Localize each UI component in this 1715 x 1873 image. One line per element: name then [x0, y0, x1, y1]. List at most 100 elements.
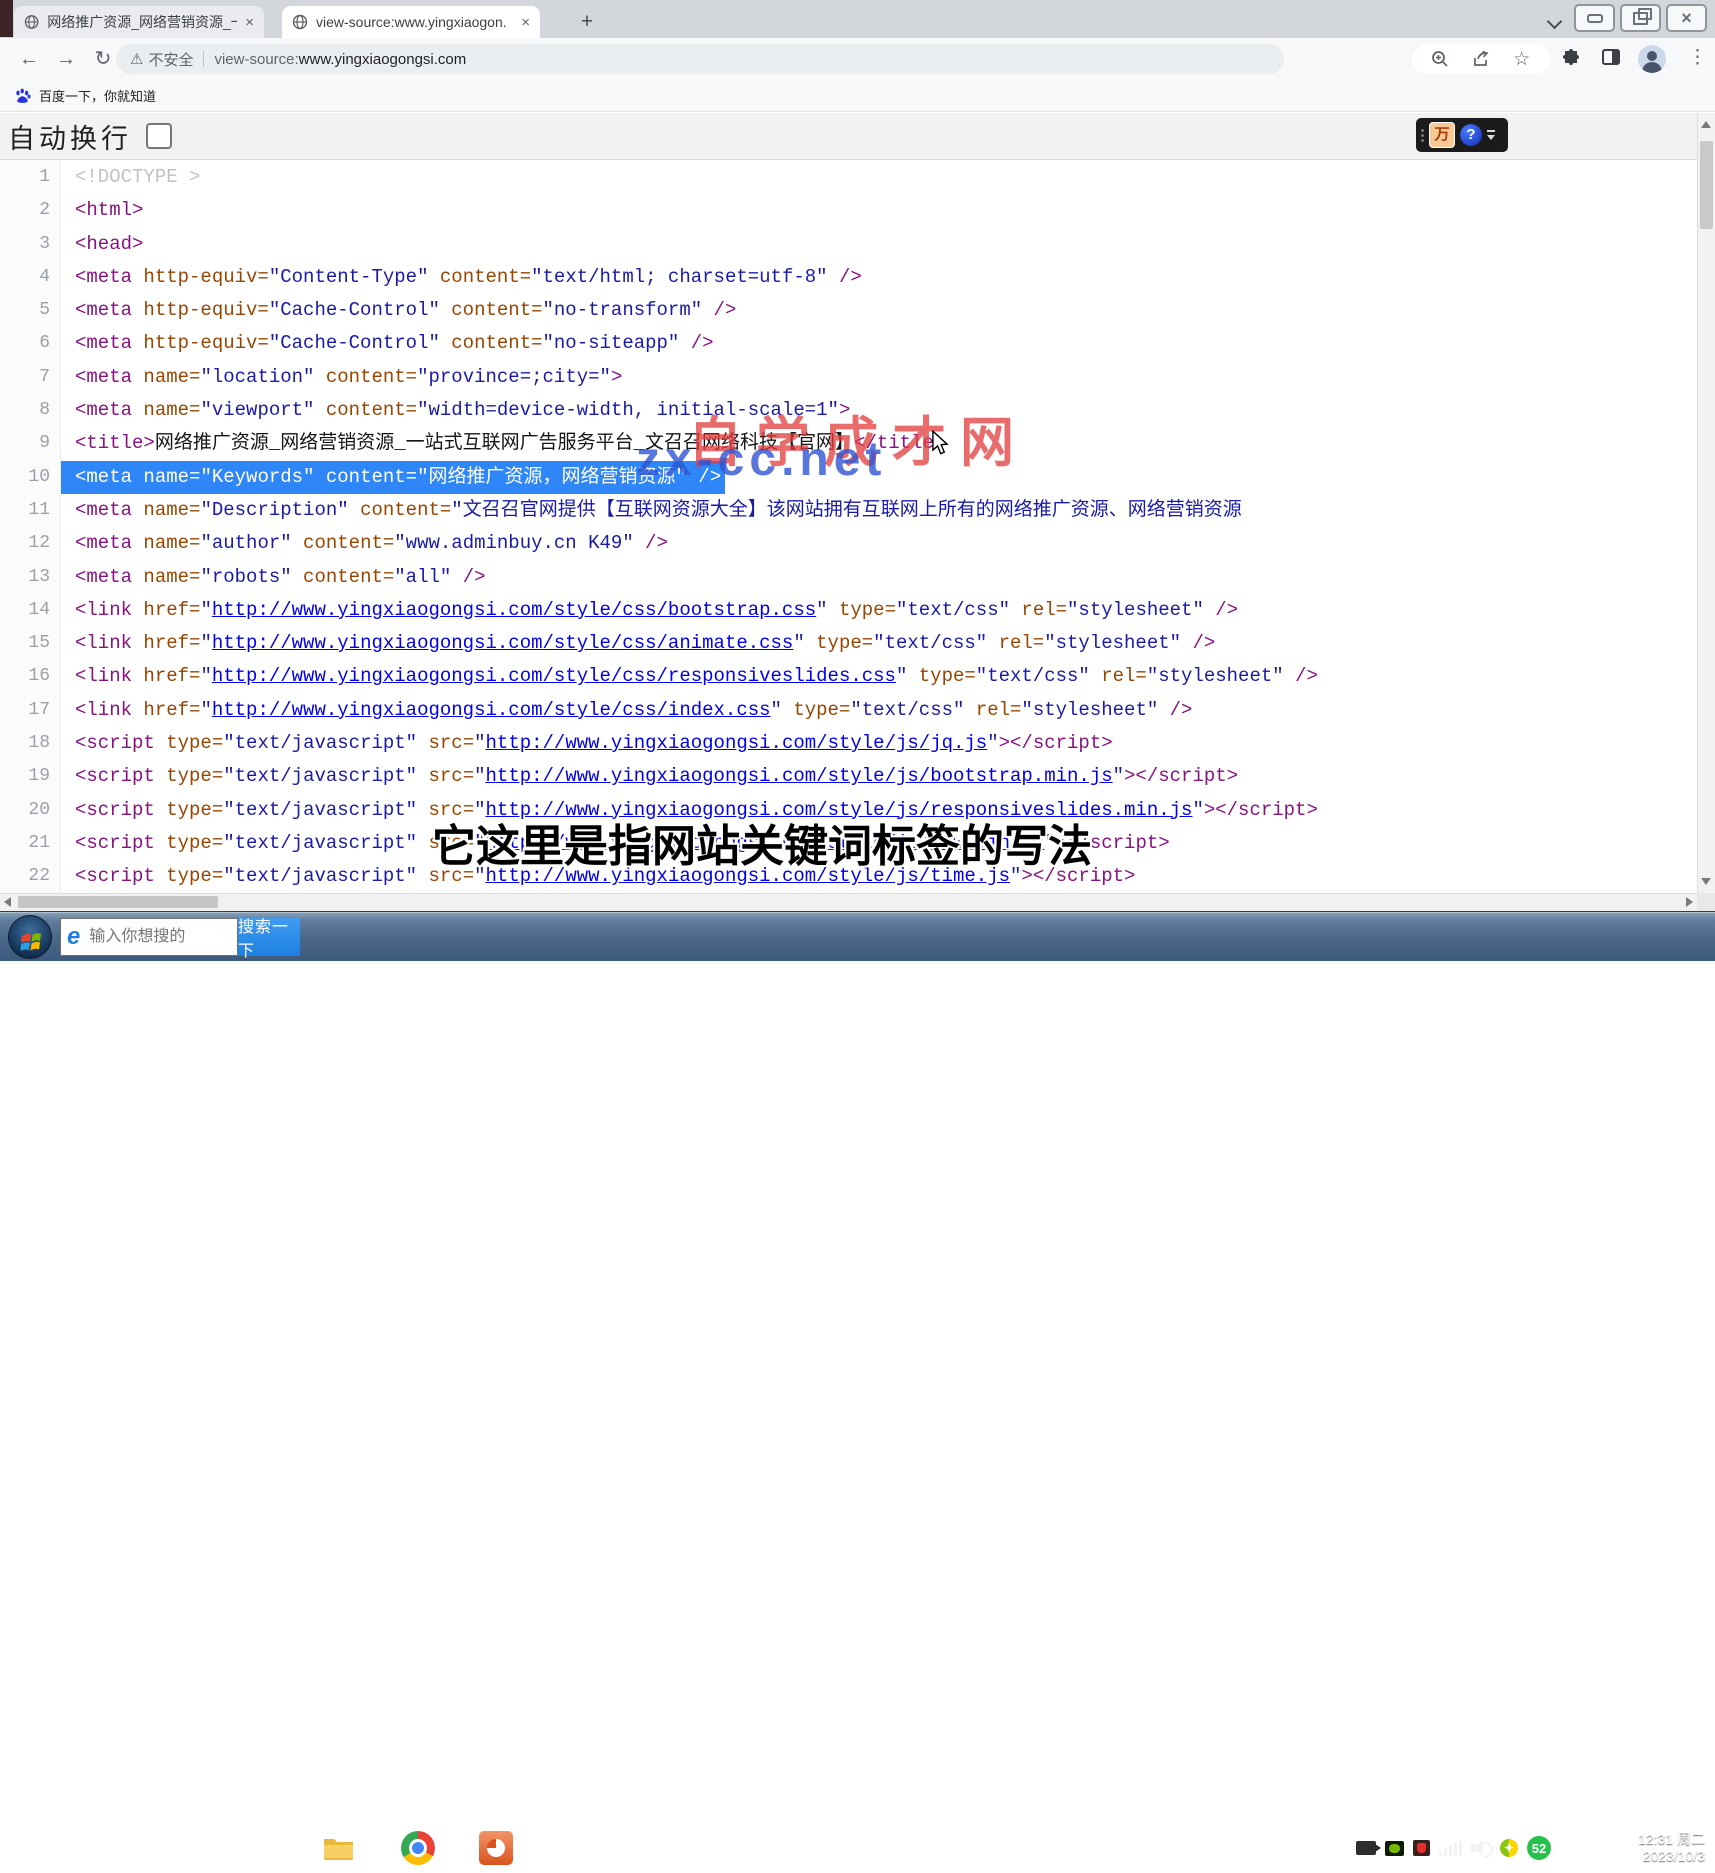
code-token: <!DOCTYPE > [75, 166, 200, 188]
code-token: /> [702, 299, 736, 321]
windows-logo-icon [9, 916, 53, 960]
source-link[interactable]: http://www.yingxiaogongsi.com/style/js/b… [486, 765, 1113, 787]
side-panel-icon[interactable] [1602, 49, 1620, 65]
code-token: rel= [1090, 665, 1147, 687]
line-number: 8 [0, 394, 61, 427]
taskbar-item-chrome[interactable] [382, 1824, 454, 1872]
tab-view-source[interactable]: view-source:www.yingxiaogon... × [282, 6, 540, 38]
search-button[interactable]: 搜索一下 [238, 918, 300, 956]
extensions-puzzle-icon[interactable] [1560, 48, 1582, 70]
share-icon[interactable] [1470, 48, 1492, 70]
taskbar-item-presentation[interactable] [460, 1824, 532, 1872]
source-link[interactable]: http://www.yingxiaogongsi.com/style/js/t… [486, 865, 1011, 887]
source-line-18: 18<script type="text/javascript" src="ht… [0, 727, 1697, 760]
code-token: "text/javascript" [223, 865, 417, 887]
start-button[interactable] [8, 915, 52, 959]
source-line-14: 14<link href="http://www.yingxiaogongsi.… [0, 594, 1697, 627]
taskbar-clock[interactable]: 12:31 周二 2023/10/3 [1638, 1831, 1705, 1865]
source-line-3: 3<head> [0, 228, 1697, 261]
line-number: 11 [0, 494, 61, 527]
source-line-5: 5<meta http-equiv="Cache-Control" conten… [0, 294, 1697, 327]
code-token: ></script> [999, 732, 1113, 754]
horizontal-scrollbar[interactable] [0, 893, 1697, 911]
network-signal-icon[interactable] [1439, 1841, 1462, 1856]
recorder-drag-handle[interactable] [1421, 129, 1424, 142]
volume-icon[interactable] [1471, 1840, 1491, 1856]
source-line-1: 1<!DOCTYPE > [0, 161, 1697, 194]
code-token: <meta [75, 332, 132, 354]
source-link[interactable]: http://www.yingxiaogongsi.com/style/css/… [212, 599, 816, 621]
source-link[interactable]: http://www.yingxiaogongsi.com/style/js/r… [486, 799, 1193, 821]
tab-strip: 网络推广资源_网络营销资源_一... × view-source:www.yin… [0, 0, 1715, 38]
recorder-app-icon[interactable]: 万 [1429, 122, 1455, 148]
chevron-down-icon [1487, 135, 1495, 140]
source-link[interactable]: http://www.yingxiaogongsi.com/style/css/… [212, 699, 771, 721]
line-number: 19 [0, 760, 61, 793]
window-controls: × [1574, 4, 1707, 32]
source-link[interactable]: http://www.yingxiaogongsi.com/style/css/… [212, 665, 896, 687]
restore-button[interactable] [1620, 4, 1661, 32]
security-score-badge[interactable]: 52 [1527, 1836, 1551, 1860]
code-token: "text/css" [976, 665, 1090, 687]
security-shield-icon[interactable]: ✦ [1500, 1839, 1518, 1857]
address-divider [203, 51, 204, 67]
tab-close-icon[interactable]: × [521, 15, 530, 30]
source-link[interactable]: http://www.yingxiaogongsi.com/style/js/j… [486, 732, 988, 754]
screen-recorder-tray-icon[interactable] [1356, 1841, 1376, 1855]
power-tray-icon[interactable] [1413, 1840, 1430, 1856]
browser-menu-icon[interactable]: ⋮ [1688, 46, 1707, 69]
code-token: <link [75, 699, 132, 721]
scroll-left-arrow-icon[interactable] [4, 897, 11, 907]
source-link[interactable]: http://www.yingxiaogongsi.com/style/js/w… [486, 832, 1045, 854]
not-secure-warning-icon: ⚠ [130, 50, 143, 68]
code-token: <meta [75, 299, 132, 321]
code-token: type= [782, 699, 850, 721]
code-token: content= [440, 299, 543, 321]
minimize-button[interactable] [1574, 4, 1615, 32]
code-token: /> [828, 266, 862, 288]
tab-search-chevron-icon[interactable] [1549, 14, 1561, 26]
bookmark-star-icon[interactable]: ☆ [1511, 48, 1533, 70]
line-code: <meta name="viewport" content="width=dev… [61, 394, 854, 427]
new-tab-button[interactable]: + [574, 9, 600, 35]
code-token: href= [132, 665, 200, 687]
vertical-scrollbar[interactable] [1697, 113, 1715, 893]
code-token: content= [349, 499, 452, 521]
code-token: src= [417, 765, 474, 787]
globe-icon [24, 14, 39, 30]
address-bar[interactable]: ⚠ 不安全 view-source: www.yingxiaogongsi.co… [116, 44, 1284, 74]
taskbar-item-explorer[interactable] [304, 1824, 376, 1872]
back-button[interactable]: ← [16, 46, 42, 72]
close-button[interactable]: × [1666, 4, 1707, 32]
code-token: type= [907, 665, 975, 687]
source-link[interactable]: http://www.yingxiaogongsi.com/style/css/… [212, 632, 794, 654]
horizontal-scroll-thumb[interactable] [18, 896, 218, 908]
tab-title: 网络推广资源_网络营销资源_一... [47, 12, 237, 32]
code-token: <head> [75, 233, 143, 255]
scroll-down-arrow-icon[interactable] [1701, 878, 1711, 885]
code-token: " [1010, 865, 1021, 887]
recorder-help-button[interactable]: ? [1460, 124, 1482, 146]
profile-avatar[interactable] [1638, 45, 1666, 73]
taskbar-search[interactable]: e [60, 918, 238, 956]
line-number: 7 [0, 361, 61, 394]
line-wrap-checkbox[interactable] [146, 123, 172, 149]
bookmark-item-baidu[interactable]: 百度一下，你就知道 [39, 86, 156, 105]
tab-homepage[interactable]: 网络推广资源_网络营销资源_一... × [14, 6, 264, 38]
zoom-icon[interactable] [1429, 48, 1451, 70]
scroll-up-arrow-icon[interactable] [1701, 121, 1711, 128]
vertical-scroll-thumb[interactable] [1700, 141, 1713, 229]
code-token: " [474, 832, 485, 854]
reload-button[interactable]: ↻ [90, 46, 116, 72]
forward-button[interactable]: → [53, 46, 79, 72]
source-line-19: 19<script type="text/javascript" src="ht… [0, 760, 1697, 793]
tab-close-icon[interactable]: × [245, 15, 254, 30]
search-input[interactable] [87, 927, 211, 947]
code-token: /> [451, 566, 485, 588]
code-token: <meta [75, 566, 132, 588]
recorder-collapse-controls[interactable] [1487, 130, 1495, 140]
line-code: <link href="http://www.yingxiaogongsi.co… [61, 594, 1242, 627]
source-line-10: 10<meta name="Keywords" content="网络推广资源，… [0, 461, 1697, 494]
nvidia-tray-icon[interactable] [1385, 1841, 1404, 1856]
scroll-right-arrow-icon[interactable] [1686, 897, 1693, 907]
